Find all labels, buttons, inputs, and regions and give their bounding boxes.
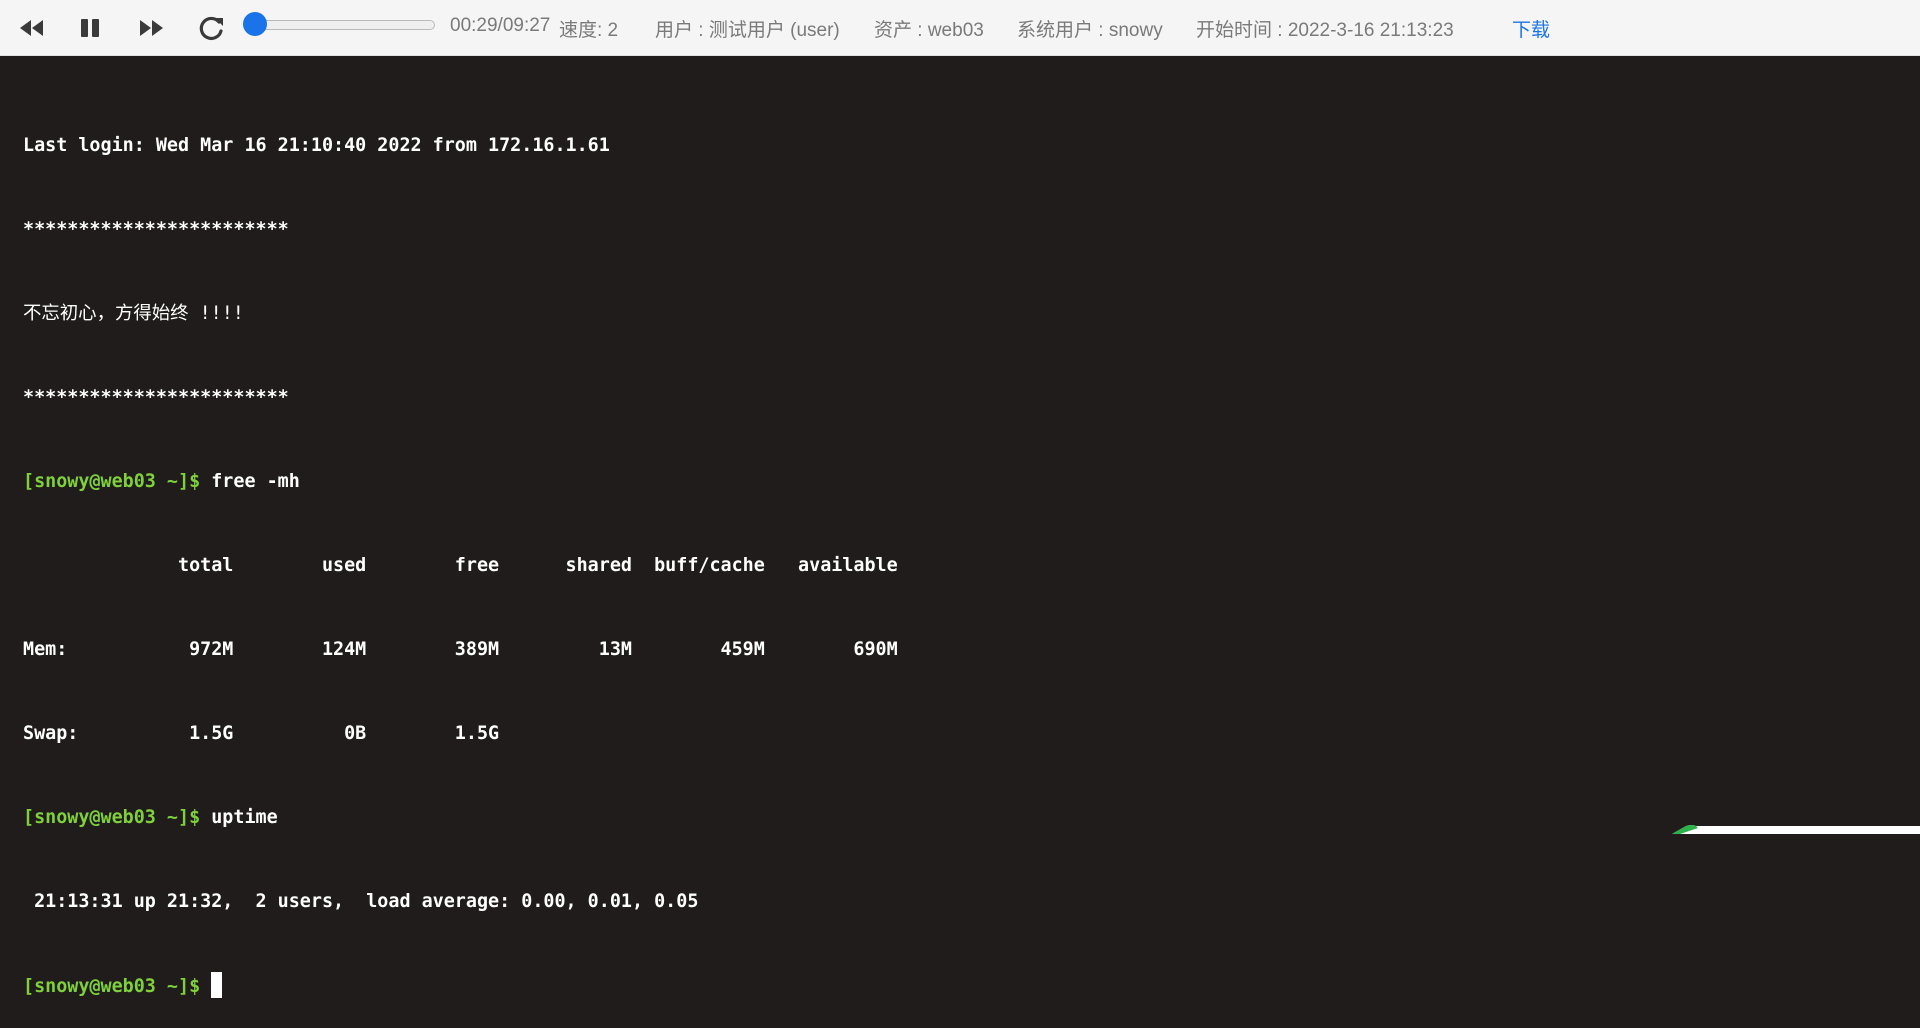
- rewind-button[interactable]: [15, 12, 49, 44]
- terminal-line-command: [snowy@web03 ~]$: [23, 972, 1920, 1000]
- terminal-line-stars: ************************: [23, 387, 289, 408]
- command-text: uptime: [200, 807, 278, 828]
- playback-time: 00:29/09:27: [450, 15, 551, 36]
- progress-track[interactable]: [243, 20, 435, 30]
- terminal-line-motto: 不忘初心，方得始终 !!!!: [23, 303, 244, 324]
- session-user: 用户 : 测试用户 (user): [655, 20, 840, 41]
- rewind-icon: [20, 20, 43, 36]
- shell-prompt: [snowy@web03 ~]$: [23, 807, 201, 828]
- progress-slider[interactable]: [243, 12, 435, 36]
- command-text: [200, 976, 211, 997]
- session-start-time: 开始时间 : 2022-3-16 21:13:23: [1196, 20, 1454, 41]
- terminal-line-command: [snowy@web03 ~]$ uptime: [23, 804, 1920, 832]
- terminal-line-table-header: total used free shared buff/cache availa…: [23, 555, 898, 576]
- download-link[interactable]: 下载: [1512, 15, 1550, 42]
- shell-prompt: [snowy@web03 ~]$: [23, 976, 201, 997]
- pause-icon: [81, 19, 99, 37]
- session-system-user: 系统用户 : snowy: [1017, 20, 1163, 41]
- corner-indicator: [1672, 825, 1920, 834]
- progress-thumb[interactable]: [243, 12, 267, 36]
- terminal-line-command: [snowy@web03 ~]$ free -mh: [23, 468, 1920, 496]
- terminal-line-uptime: 21:13:31 up 21:32, 2 users, load average…: [23, 891, 699, 912]
- playback-speed: 速度: 2: [559, 20, 619, 41]
- session-asset: 资产 : web03: [874, 20, 984, 41]
- terminal-screen[interactable]: Last login: Wed Mar 16 21:10:40 2022 fro…: [0, 56, 1920, 998]
- terminal-line-stars: ************************: [23, 219, 289, 240]
- shell-prompt: [snowy@web03 ~]$: [23, 471, 201, 492]
- fast-forward-icon: [140, 20, 163, 36]
- terminal-cursor: [211, 972, 223, 998]
- pause-button[interactable]: [74, 12, 108, 44]
- replay-icon: [199, 16, 223, 41]
- command-text: free -mh: [200, 471, 300, 492]
- player-toolbar: 00:29/09:27 速度: 2 用户 : 测试用户 (user) 资产 : …: [0, 0, 1920, 56]
- fast-forward-button[interactable]: [134, 12, 168, 44]
- terminal-line-swap: Swap: 1.5G 0B 1.5G: [23, 723, 500, 744]
- terminal-line-last-login: Last login: Wed Mar 16 21:10:40 2022 fro…: [23, 135, 610, 156]
- terminal-line-mem: Mem: 972M 124M 389M 13M 459M 690M: [23, 639, 898, 660]
- replay-button[interactable]: [195, 12, 229, 44]
